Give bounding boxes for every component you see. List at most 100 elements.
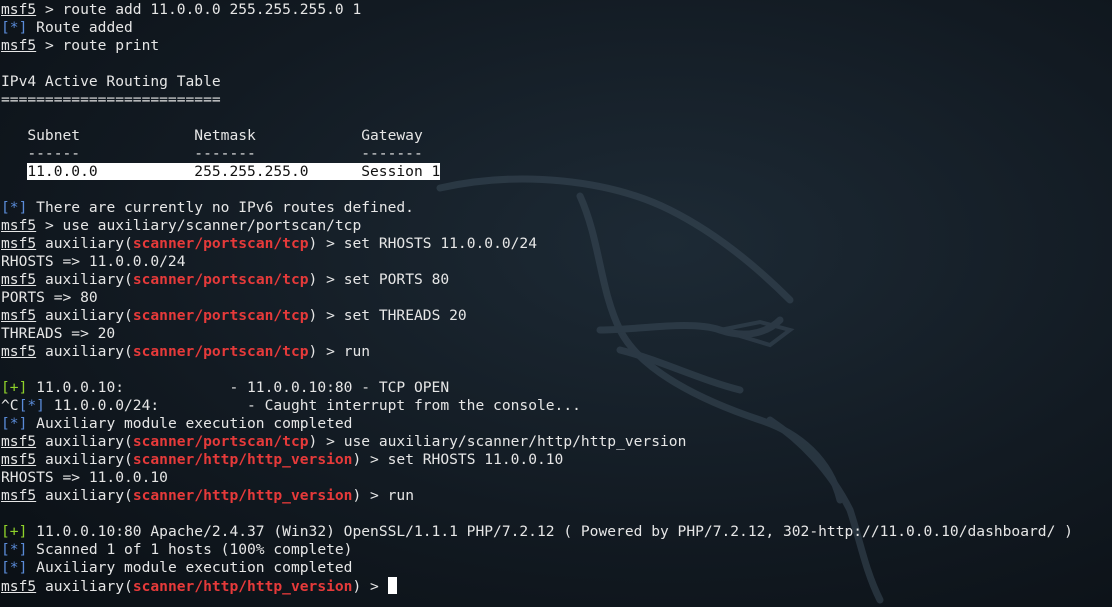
text-segment: auxiliary(: [36, 343, 133, 360]
terminal-line: msf5 > use auxiliary/scanner/portscan/tc…: [1, 217, 1111, 235]
prompt-label: msf5: [1, 307, 37, 324]
output-text: Auxiliary module execution completed: [36, 559, 353, 576]
terminal-line: [*] Auxiliary module execution completed: [1, 559, 1111, 577]
terminal-line: 11.0.0.0 255.255.255.0 Session 1: [1, 163, 1111, 181]
output-text: Subnet Netmask Gateway: [1, 127, 423, 144]
text-segment: auxiliary(: [36, 271, 133, 288]
text-segment: >: [361, 578, 388, 595]
success-marker: [+]: [1, 523, 28, 540]
terminal-line: RHOSTS => 11.0.0.0/24: [1, 253, 1111, 271]
terminal-line: msf5 > route add 11.0.0.0 255.255.255.0 …: [1, 1, 1111, 19]
terminal-line: [*] There are currently no IPv6 routes d…: [1, 199, 1111, 217]
text-segment: [27, 199, 36, 216]
terminal-line: THREADS => 20: [1, 325, 1111, 343]
terminal-line: PORTS => 80: [1, 289, 1111, 307]
prompt-label: msf5: [1, 451, 37, 468]
success-marker: [+]: [1, 379, 28, 396]
text-segment: auxiliary(: [36, 307, 133, 324]
text-segment: [27, 379, 36, 396]
command-text: route print: [62, 37, 160, 54]
text-segment: >: [36, 1, 63, 18]
terminal-line: msf5 auxiliary(scanner/portscan/tcp) > s…: [1, 307, 1111, 325]
text-segment: >: [361, 451, 388, 468]
terminal-line: msf5 auxiliary(scanner/http/http_version…: [1, 487, 1111, 505]
prompt-label: msf5: [1, 271, 37, 288]
output-text: 11.0.0.10: - 11.0.0.10:80 - TCP OPEN: [36, 379, 450, 396]
text-segment: [27, 541, 36, 558]
output-text: PORTS => 80: [1, 289, 98, 306]
info-marker: [*]: [1, 199, 28, 216]
prompt-label: msf5: [1, 217, 37, 234]
terminal-line: msf5 auxiliary(scanner/portscan/tcp) > s…: [1, 271, 1111, 289]
terminal-line: [+] 11.0.0.10:80 Apache/2.4.37 (Win32) O…: [1, 523, 1111, 541]
command-text: run: [343, 343, 371, 360]
command-text: run: [387, 487, 414, 504]
command-text: set PORTS 80: [343, 271, 450, 288]
output-text: THREADS => 20: [1, 325, 116, 342]
terminal-output[interactable]: msf5 > route add 11.0.0.0 255.255.255.0 …: [1, 1, 1111, 595]
output-text: =========================: [1, 91, 221, 108]
terminal-line: Subnet Netmask Gateway: [1, 127, 1111, 145]
text-segment: [27, 559, 36, 576]
info-marker: [*]: [1, 19, 28, 36]
module-name: scanner/portscan/tcp: [132, 343, 309, 360]
interrupt-prefix: ^C: [1, 397, 19, 414]
output-text: There are currently no IPv6 routes defin…: [36, 199, 414, 216]
command-text: use auxiliary/scanner/portscan/tcp: [62, 217, 362, 234]
output-text: ------ ------- -------: [1, 145, 423, 162]
text-segment: [27, 523, 36, 540]
prompt-label: msf5: [1, 487, 37, 504]
text-segment: ): [352, 487, 362, 504]
text-segment: >: [361, 487, 388, 504]
terminal-line: msf5 auxiliary(scanner/http/http_version…: [1, 451, 1111, 469]
output-text: Auxiliary module execution completed: [36, 415, 353, 432]
module-name: scanner/portscan/tcp: [132, 433, 309, 450]
module-name: scanner/http/http_version: [132, 487, 353, 504]
info-marker: [*]: [18, 397, 45, 414]
terminal-line: msf5 auxiliary(scanner/portscan/tcp) > s…: [1, 235, 1111, 253]
text-segment: >: [36, 217, 63, 234]
text-segment: >: [317, 307, 344, 324]
info-marker: [*]: [1, 559, 28, 576]
command-text: set THREADS 20: [343, 307, 467, 324]
text-segment: >: [317, 235, 344, 252]
terminal-line: [*] Auxiliary module execution completed: [1, 415, 1111, 433]
terminal-line: [*] Route added: [1, 19, 1111, 37]
terminal-line: =========================: [1, 91, 1111, 109]
prompt-label: msf5: [1, 235, 37, 252]
text-segment: auxiliary(: [36, 487, 133, 504]
command-text: use auxiliary/scanner/http/http_version: [343, 433, 687, 450]
prompt-label: msf5: [1, 1, 37, 18]
terminal-line: msf5 > route print: [1, 37, 1111, 55]
command-text: set RHOSTS 11.0.0.10: [387, 451, 564, 468]
text-segment: [27, 19, 36, 36]
terminal-line: msf5 auxiliary(scanner/portscan/tcp) > r…: [1, 343, 1111, 361]
command-text: route add 11.0.0.0 255.255.255.0 1: [62, 1, 362, 18]
module-name: scanner/http/http_version: [132, 578, 353, 595]
text-segment: >: [36, 37, 63, 54]
prompt-label: msf5: [1, 578, 37, 595]
output-text: Scanned 1 of 1 hosts (100% complete): [36, 541, 353, 558]
output-text: RHOSTS => 11.0.0.10: [1, 469, 168, 486]
text-segment: >: [317, 271, 344, 288]
text-segment: [45, 397, 54, 414]
module-name: scanner/portscan/tcp: [132, 271, 309, 288]
text-segment: auxiliary(: [36, 235, 133, 252]
text-segment: [27, 415, 36, 432]
prompt-label: msf5: [1, 37, 37, 54]
terminal-line: msf5 auxiliary(scanner/http/http_version…: [1, 577, 1111, 595]
terminal-line: ------ ------- -------: [1, 145, 1111, 163]
terminal-line: [*] Scanned 1 of 1 hosts (100% complete): [1, 541, 1111, 559]
selected-route-row[interactable]: 11.0.0.0 255.255.255.0 Session 1: [27, 163, 441, 180]
command-text: set RHOSTS 11.0.0.0/24: [343, 235, 537, 252]
text-segment: ): [352, 451, 362, 468]
module-name: scanner/portscan/tcp: [132, 307, 309, 324]
terminal-line: [+] 11.0.0.10: - 11.0.0.10:80 - TCP OPEN: [1, 379, 1111, 397]
terminal-line: ^C[*] 11.0.0.0/24: - Caught interrupt fr…: [1, 397, 1111, 415]
terminal-cursor[interactable]: [387, 577, 397, 594]
